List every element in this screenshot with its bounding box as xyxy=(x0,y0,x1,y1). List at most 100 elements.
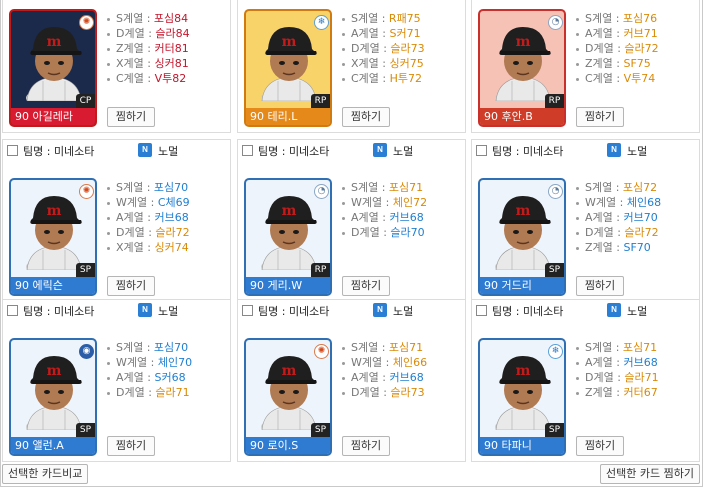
player-card-cell: m ◔ RP 90 후안.B S계열 : 포심76 A계열 : 커브71 D계열 :… xyxy=(471,0,700,133)
zzim-button[interactable]: 찜하기 xyxy=(342,436,390,456)
pitch-stat: C계열 : V투74 xyxy=(576,71,696,86)
player-card[interactable]: m ❄ RP 90 테리.L xyxy=(244,9,332,127)
pitch-stat: D계열 : 슬라72 xyxy=(576,41,696,56)
stat-label: Z계열 : xyxy=(116,42,155,55)
stat-label: Z계열 : xyxy=(585,57,624,70)
card-player-name: 90 후안.B xyxy=(480,108,564,125)
player-card[interactable]: m ✺ CP 90 아길레라 xyxy=(9,9,97,127)
svg-text:m: m xyxy=(47,363,62,379)
stat-value: 커브70 xyxy=(623,211,658,224)
stat-label: W계열 : xyxy=(116,196,158,209)
pitch-stat: A계열 : 커브71 xyxy=(576,26,696,41)
card-player-name: 90 게리.W xyxy=(246,277,330,294)
stat-label: A계열 : xyxy=(351,371,390,384)
svg-text:m: m xyxy=(516,34,531,50)
stat-label: S계열 : xyxy=(585,341,623,354)
zzim-button[interactable]: 찜하기 xyxy=(342,107,390,127)
player-card[interactable]: m ❄ SP 90 타파니 xyxy=(478,338,566,456)
compare-selected-button[interactable]: 선택한 카드비교 xyxy=(2,464,88,484)
player-card-cell: 팀명 : 미네소타 N 노멀 m ◔ RP 90 게리.W S계열 : 포심71… xyxy=(237,139,466,302)
stat-value: S커71 xyxy=(389,27,421,40)
stat-value: 슬라73 xyxy=(390,386,425,399)
stat-value: 슬라71 xyxy=(155,386,190,399)
stat-value: 커브68 xyxy=(389,211,424,224)
stat-value: 체인66 xyxy=(392,356,428,369)
position-badge: RP xyxy=(545,94,564,108)
stat-value: V투82 xyxy=(154,72,187,85)
snowflake-icon: ❄ xyxy=(314,15,329,30)
stat-label: S계열 : xyxy=(116,181,154,194)
pitch-stat: W계열 : 체인70 xyxy=(107,355,227,370)
pitch-stat: A계열 : 커브68 xyxy=(342,210,462,225)
pitch-stat: X계열 : 싱커81 xyxy=(107,56,227,71)
pitch-stat: A계열 : S커68 xyxy=(107,370,227,385)
card-grade: 노멀 xyxy=(393,145,414,158)
stat-label: Z계열 : xyxy=(585,241,624,254)
select-checkbox[interactable] xyxy=(476,305,487,316)
card-header: 팀명 : 미네소타 N 노멀 xyxy=(3,140,230,160)
select-checkbox[interactable] xyxy=(7,305,18,316)
stat-label: X계열 : xyxy=(351,57,390,70)
stat-label: W계열 : xyxy=(116,356,158,369)
pitch-stat: A계열 : 커브68 xyxy=(107,210,227,225)
team-name: 팀명 : 미네소타 xyxy=(258,305,330,318)
card-player-name: 90 에릭슨 xyxy=(11,277,95,294)
stat-value: 포심76 xyxy=(622,12,658,25)
stat-value: SF70 xyxy=(623,241,651,254)
zzim-selected-button[interactable]: 선택한 카드 찜하기 xyxy=(600,464,700,484)
globe-icon: ◉ xyxy=(79,344,94,359)
card-player-name: 90 앨런.A xyxy=(11,437,95,454)
stat-value: 체인72 xyxy=(392,196,428,209)
pitch-stat: W계열 : 체인66 xyxy=(342,355,462,370)
card-header: 팀명 : 미네소타 N 노멀 xyxy=(238,140,465,160)
pitch-stats: S계열 : 포심76 A계열 : 커브71 D계열 : 슬라72 Z계열 : SF75… xyxy=(576,11,696,86)
select-checkbox[interactable] xyxy=(242,305,253,316)
zzim-button[interactable]: 찜하기 xyxy=(107,107,155,127)
player-card[interactable]: m ◔ RP 90 게리.W xyxy=(244,178,332,296)
player-card[interactable]: m ◔ RP 90 후안.B xyxy=(478,9,566,127)
stat-label: W계열 : xyxy=(351,356,393,369)
stat-label: A계열 : xyxy=(585,211,624,224)
stat-value: 커브68 xyxy=(154,211,189,224)
stat-value: 포심84 xyxy=(153,12,189,25)
position-badge: RP xyxy=(311,263,330,277)
zzim-button[interactable]: 찜하기 xyxy=(576,276,624,296)
stat-label: A계열 : xyxy=(585,356,624,369)
pitch-stat: A계열 : S커71 xyxy=(342,26,462,41)
normal-grade-icon: N xyxy=(138,303,152,317)
zzim-button[interactable]: 찜하기 xyxy=(107,276,155,296)
player-card-cell: 팀명 : 미네소타 N 노멀 m ◔ SP 90 거드리 S계열 : 포심72 W… xyxy=(471,139,700,302)
card-header: 팀명 : 미네소타 N 노멀 xyxy=(3,300,230,320)
pitch-stats: S계열 : R패75 A계열 : S커71 D계열 : 슬라73 X계열 : 싱커75… xyxy=(342,11,462,86)
stat-value: 포심71 xyxy=(388,341,424,354)
select-checkbox[interactable] xyxy=(242,145,253,156)
zzim-button[interactable]: 찜하기 xyxy=(576,107,624,127)
pitch-stats: S계열 : 포심84 D계열 : 슬라84 Z계열 : 커터81 X계열 : 싱커81… xyxy=(107,11,227,86)
card-header: 팀명 : 미네소타 N 노멀 xyxy=(472,140,699,160)
zzim-button[interactable]: 찜하기 xyxy=(107,436,155,456)
stat-label: W계열 : xyxy=(585,196,627,209)
player-card[interactable]: m ✺ SP 90 로이.S xyxy=(244,338,332,456)
ball-icon: ◔ xyxy=(548,184,563,199)
position-badge: RP xyxy=(311,94,330,108)
stat-label: S계열 : xyxy=(351,12,389,25)
team-name: 팀명 : 미네소타 xyxy=(23,145,95,158)
stat-label: C계열 : xyxy=(585,72,624,85)
player-portrait: m xyxy=(256,350,322,437)
player-portrait: m xyxy=(490,21,556,108)
player-card[interactable]: m ◉ SP 90 앨런.A xyxy=(9,338,97,456)
stat-label: C계열 : xyxy=(116,72,155,85)
normal-grade-icon: N xyxy=(373,303,387,317)
player-card[interactable]: m ◔ SP 90 거드리 xyxy=(478,178,566,296)
zzim-button[interactable]: 찜하기 xyxy=(576,436,624,456)
stat-label: D계열 : xyxy=(585,371,625,384)
zzim-button[interactable]: 찜하기 xyxy=(342,276,390,296)
player-card[interactable]: m ✺ SP 90 에릭슨 xyxy=(9,178,97,296)
pitch-stat: S계열 : R패75 xyxy=(342,11,462,26)
ball-icon: ◔ xyxy=(314,184,329,199)
select-checkbox[interactable] xyxy=(476,145,487,156)
player-portrait: m xyxy=(21,21,87,108)
select-checkbox[interactable] xyxy=(7,145,18,156)
stat-value: 체인68 xyxy=(626,196,662,209)
pitch-stat: A계열 : 커브70 xyxy=(576,210,696,225)
